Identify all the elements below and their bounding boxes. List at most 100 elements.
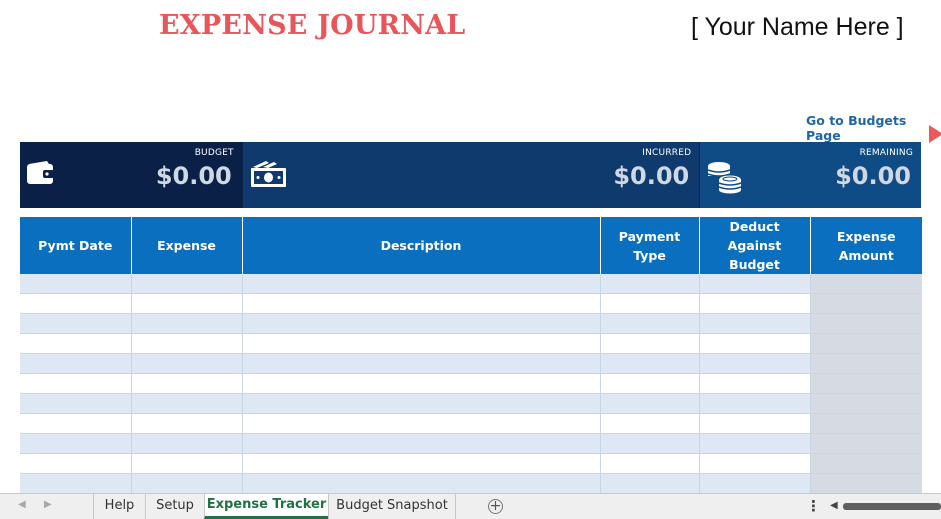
table-cell[interactable] [699, 293, 811, 314]
table-cell[interactable] [600, 274, 700, 294]
table-cell[interactable] [810, 473, 922, 493]
column-header-description[interactable]: Description [242, 217, 601, 274]
table-cell[interactable] [20, 453, 132, 474]
table-cell[interactable] [600, 293, 700, 314]
table-cell[interactable] [20, 313, 132, 334]
table-row [20, 274, 922, 294]
column-header-payment-type[interactable]: Payment Type [600, 217, 700, 274]
table-cell[interactable] [20, 373, 132, 394]
table-cell[interactable] [810, 333, 922, 354]
table-row [20, 313, 922, 334]
table-cell[interactable] [131, 473, 243, 493]
budget-card: BUDGET $0.00 [20, 142, 242, 208]
table-cell[interactable] [699, 373, 811, 394]
table-cell[interactable] [131, 313, 243, 334]
incurred-label: INCURRED [642, 148, 692, 158]
table-cell[interactable] [810, 453, 922, 474]
table-cell[interactable] [242, 313, 601, 334]
incurred-card: INCURRED $0.00 [241, 142, 700, 208]
budget-label: BUDGET [194, 148, 234, 158]
sheet-tab-bar: ◀ ▶ Help Setup Expense Tracker Budget Sn… [0, 493, 941, 519]
table-cell[interactable] [131, 293, 243, 314]
table-cell[interactable] [699, 333, 811, 354]
table-cell[interactable] [20, 333, 132, 354]
table-row [20, 413, 922, 434]
scroll-tabs-left-icon[interactable]: ◀ [18, 499, 26, 510]
table-row [20, 433, 922, 454]
scroll-tabs-right-icon[interactable]: ▶ [44, 499, 52, 510]
table-cell[interactable] [242, 373, 601, 394]
table-cell[interactable] [600, 393, 700, 414]
table-cell[interactable] [699, 433, 811, 454]
sheet-tab-setup[interactable]: Setup [145, 494, 204, 519]
remaining-label: REMAINING [859, 148, 913, 158]
horizontal-scrollbar[interactable] [843, 503, 941, 510]
table-cell[interactable] [600, 433, 700, 454]
table-cell[interactable] [131, 453, 243, 474]
table-cell[interactable] [699, 413, 811, 434]
column-header-deduct-against-budget[interactable]: Deduct Against Budget [699, 217, 811, 274]
table-cell[interactable] [242, 473, 601, 493]
sheet-tab-expense-tracker[interactable]: Expense Tracker [204, 494, 328, 519]
table-cell[interactable] [600, 353, 700, 374]
sheet-tab-budget-snapshot[interactable]: Budget Snapshot [328, 494, 456, 519]
table-cell[interactable] [699, 453, 811, 474]
table-cell[interactable] [810, 353, 922, 374]
table-cell[interactable] [242, 433, 601, 454]
more-options-icon[interactable]: ⋮ [806, 497, 821, 515]
table-cell[interactable] [699, 313, 811, 334]
table-cell[interactable] [20, 274, 132, 294]
table-cell[interactable] [131, 353, 243, 374]
table-cell[interactable] [242, 413, 601, 434]
table-cell[interactable] [699, 393, 811, 414]
table-cell[interactable] [20, 413, 132, 434]
table-cell[interactable] [131, 333, 243, 354]
table-cell[interactable] [242, 293, 601, 314]
add-sheet-icon[interactable]: + [488, 499, 503, 514]
incurred-value: $0.00 [613, 162, 690, 190]
table-cell[interactable] [131, 393, 243, 414]
table-cell[interactable] [131, 413, 243, 434]
table-cell[interactable] [810, 373, 922, 394]
table-cell[interactable] [810, 393, 922, 414]
page-title: EXPENSE JOURNAL [159, 10, 466, 41]
table-cell[interactable] [600, 373, 700, 394]
table-cell[interactable] [131, 373, 243, 394]
table-cell[interactable] [810, 313, 922, 334]
table-cell[interactable] [20, 473, 132, 493]
table-cell[interactable] [810, 433, 922, 454]
table-cell[interactable] [600, 313, 700, 334]
table-cell[interactable] [242, 333, 601, 354]
table-cell[interactable] [600, 453, 700, 474]
go-to-budgets-link[interactable]: Go to Budgets Page [806, 113, 941, 143]
table-cell[interactable] [699, 353, 811, 374]
table-cell[interactable] [600, 333, 700, 354]
sheet-tab-help[interactable]: Help [93, 494, 145, 519]
table-cell[interactable] [131, 433, 243, 454]
table-cell[interactable] [242, 393, 601, 414]
table-cell[interactable] [242, 453, 601, 474]
table-cell[interactable] [20, 393, 132, 414]
table-cell[interactable] [242, 274, 601, 294]
table-row [20, 293, 922, 314]
table-row [20, 393, 922, 414]
table-cell[interactable] [699, 274, 811, 294]
table-row [20, 453, 922, 474]
column-header-expense-amount[interactable]: Expense Amount [810, 217, 922, 274]
table-cell[interactable] [810, 274, 922, 294]
table-cell[interactable] [20, 293, 132, 314]
summary-bar: BUDGET $0.00 INCURRED $0.00 REMAINING $0… [20, 142, 921, 208]
owner-name[interactable]: [ Your Name Here ] [691, 13, 904, 42]
table-cell[interactable] [810, 413, 922, 434]
column-header-expense[interactable]: Expense [131, 217, 243, 274]
table-cell[interactable] [20, 433, 132, 454]
table-cell[interactable] [699, 473, 811, 493]
horizontal-scroll-left-icon[interactable]: ◀ [830, 500, 838, 511]
table-cell[interactable] [810, 293, 922, 314]
table-cell[interactable] [600, 413, 700, 434]
table-cell[interactable] [131, 274, 243, 294]
table-cell[interactable] [242, 353, 601, 374]
column-header-pymt-date[interactable]: Pymt Date [20, 217, 132, 274]
table-cell[interactable] [20, 353, 132, 374]
table-cell[interactable] [600, 473, 700, 493]
